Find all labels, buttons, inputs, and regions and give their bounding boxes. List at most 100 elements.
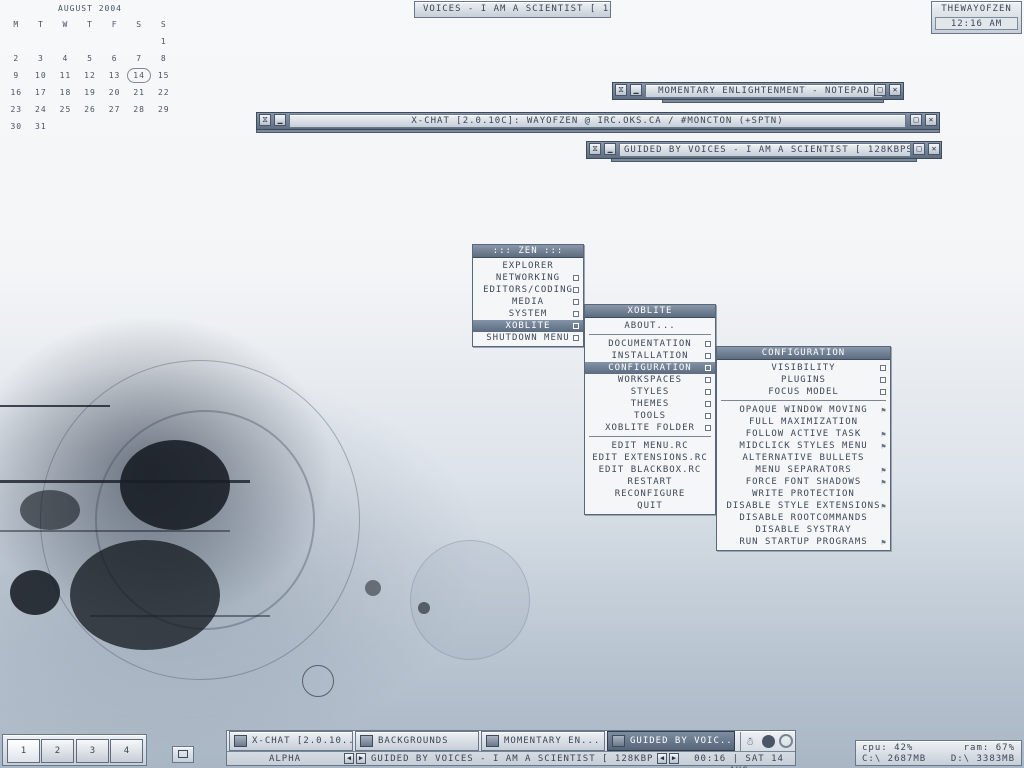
calendar-day[interactable]: 28: [127, 101, 152, 118]
calendar-day[interactable]: 15: [151, 67, 176, 84]
calendar-day[interactable]: 3: [29, 50, 54, 67]
config-item-run-startup-programs[interactable]: Run Startup Programs ⚑: [717, 536, 890, 548]
minimize-button[interactable]: ▁: [604, 143, 616, 155]
xoblite-item-installation[interactable]: Installation: [585, 350, 715, 362]
window-menu-icon[interactable]: ⧖: [259, 114, 271, 126]
prev-workspace-button[interactable]: ◀: [657, 753, 667, 764]
tray-person-icon[interactable]: ☃: [747, 735, 759, 748]
calendar-day[interactable]: 1: [151, 33, 176, 50]
config-item-full-maximization[interactable]: Full Maximization: [717, 416, 890, 428]
xoblite-item-reconfigure[interactable]: Reconfigure: [585, 488, 715, 500]
maximize-button[interactable]: □: [910, 114, 922, 126]
calendar-day[interactable]: 10: [29, 67, 54, 84]
player-window[interactable]: ⧖ ▁ Guided by Voices - I Am a Scientist …: [586, 141, 942, 163]
next-workspace-button[interactable]: ▶: [669, 753, 679, 764]
calendar-day[interactable]: 12: [78, 67, 103, 84]
xoblite-item-configuration[interactable]: Configuration: [585, 362, 715, 374]
calendar-day[interactable]: 22: [151, 84, 176, 101]
xoblite-item-edit-blackbox-rc[interactable]: Edit blackbox.rc: [585, 464, 715, 476]
xoblite-item-edit-extensions-rc[interactable]: Edit extensions.rc: [585, 452, 715, 464]
next-track-button[interactable]: ▶: [356, 753, 366, 764]
config-item-disable-systray[interactable]: Disable Systray: [717, 524, 890, 536]
calendar-day[interactable]: 23: [4, 101, 29, 118]
config-item-midclick-styles-menu[interactable]: Midclick Styles Menu ⚑: [717, 440, 890, 452]
xchat-title[interactable]: X-Chat [2.0.10c]: wayofzen @ irc.oks.ca …: [289, 114, 906, 128]
calendar-day[interactable]: 6: [102, 50, 127, 67]
xoblite-item-restart[interactable]: Restart: [585, 476, 715, 488]
xoblite-item-edit-menu-rc[interactable]: Edit menu.rc: [585, 440, 715, 452]
prev-track-button[interactable]: ◀: [344, 753, 354, 764]
minimize-button[interactable]: ▁: [630, 84, 642, 96]
calendar-day[interactable]: 27: [102, 101, 127, 118]
xoblite-item-tools[interactable]: Tools: [585, 410, 715, 422]
taskbar-task[interactable]: X-Chat [2.0.10...: [229, 731, 353, 751]
config-item-disable-style-extensions[interactable]: Disable Style Extensions ⚑: [717, 500, 890, 512]
calendar-day[interactable]: 26: [78, 101, 103, 118]
config-item-disable-rootcommands[interactable]: Disable Rootcommands: [717, 512, 890, 524]
zen-item-explorer[interactable]: Explorer: [473, 260, 583, 272]
top-ticker[interactable]: Voices - I am a Scientist [ 128: [414, 1, 611, 18]
calendar-day[interactable]: 17: [29, 84, 54, 101]
slit-toggle-button[interactable]: [172, 746, 194, 763]
notepad-title[interactable]: Momentary Enlightenment - Notepad: [645, 84, 883, 98]
config-item-write-protection[interactable]: Write Protection: [717, 488, 890, 500]
workspace-2[interactable]: 2: [41, 739, 74, 763]
now-playing-text[interactable]: Guided by Voices - I Am a Scientist [ 12…: [371, 753, 655, 765]
calendar-day[interactable]: 8: [151, 50, 176, 67]
window-menu-icon[interactable]: ⧖: [615, 84, 627, 96]
calendar-day[interactable]: 16: [4, 84, 29, 101]
calendar-day[interactable]: 2: [4, 50, 29, 67]
config-item-force-font-shadows[interactable]: Force Font Shadows ⚑: [717, 476, 890, 488]
workspace-4[interactable]: 4: [110, 739, 143, 763]
calendar-day[interactable]: 25: [53, 101, 78, 118]
maximize-button[interactable]: □: [874, 84, 886, 96]
workspace-name[interactable]: Alpha: [229, 753, 341, 765]
zen-item-editors-coding[interactable]: Editors/Coding: [473, 284, 583, 296]
calendar-day[interactable]: 30: [4, 118, 29, 135]
config-item-visibility[interactable]: Visibility: [717, 362, 890, 374]
xoblite-item-quit[interactable]: Quit: [585, 500, 715, 512]
taskbar-task[interactable]: Guided by Voic...: [607, 731, 735, 751]
xoblite-item-styles[interactable]: Styles: [585, 386, 715, 398]
zen-item-media[interactable]: Media: [473, 296, 583, 308]
taskbar-task[interactable]: Momentary En...: [481, 731, 605, 751]
zen-item-system[interactable]: System: [473, 308, 583, 320]
config-item-alternative-bullets[interactable]: Alternative Bullets: [717, 452, 890, 464]
close-button[interactable]: ✕: [925, 114, 937, 126]
player-title[interactable]: Guided by Voices - I Am a Scientist [ 12…: [619, 143, 911, 157]
close-button[interactable]: ✕: [928, 143, 940, 155]
maximize-button[interactable]: □: [913, 143, 925, 155]
calendar-day[interactable]: 13: [102, 67, 127, 84]
zen-item-xoblite[interactable]: xoblite: [473, 320, 583, 332]
calendar-day[interactable]: 29: [151, 101, 176, 118]
calendar-day[interactable]: 9: [4, 67, 29, 84]
tray-power-icon[interactable]: [779, 734, 793, 748]
config-item-focus-model[interactable]: Focus Model: [717, 386, 890, 398]
calendar-day[interactable]: 24: [29, 101, 54, 118]
calendar-day[interactable]: 5: [78, 50, 103, 67]
xoblite-item-workspaces[interactable]: Workspaces: [585, 374, 715, 386]
xoblite-item-themes[interactable]: Themes: [585, 398, 715, 410]
workspace-1[interactable]: 1: [7, 739, 40, 763]
calendar-day[interactable]: 4: [53, 50, 78, 67]
calendar-day[interactable]: 21: [127, 84, 152, 101]
zen-item-shutdown-menu[interactable]: Shutdown Menu: [473, 332, 583, 344]
xoblite-item-xoblite-folder[interactable]: xoblite Folder: [585, 422, 715, 434]
window-menu-icon[interactable]: ⧖: [589, 143, 601, 155]
config-item-plugins[interactable]: Plugins: [717, 374, 890, 386]
config-item-menu-separators[interactable]: Menu Separators ⚑: [717, 464, 890, 476]
calendar-day[interactable]: 20: [102, 84, 127, 101]
xoblite-item-about[interactable]: About...: [585, 320, 715, 332]
calendar-day[interactable]: 18: [53, 84, 78, 101]
notepad-window[interactable]: ⧖ ▁ Momentary Enlightenment - Notepad □ …: [612, 82, 904, 104]
calendar-day[interactable]: 11: [53, 67, 78, 84]
calendar-day[interactable]: 31: [29, 118, 54, 135]
config-item-opaque-window-moving[interactable]: Opaque Window Moving ⚑: [717, 404, 890, 416]
xoblite-item-documentation[interactable]: Documentation: [585, 338, 715, 350]
zen-item-networking[interactable]: Networking: [473, 272, 583, 284]
close-button[interactable]: ✕: [889, 84, 901, 96]
calendar-day[interactable]: 14: [126, 68, 152, 83]
tray-alien-icon[interactable]: [762, 735, 775, 748]
workspace-3[interactable]: 3: [76, 739, 109, 763]
minimize-button[interactable]: ▁: [274, 114, 286, 126]
